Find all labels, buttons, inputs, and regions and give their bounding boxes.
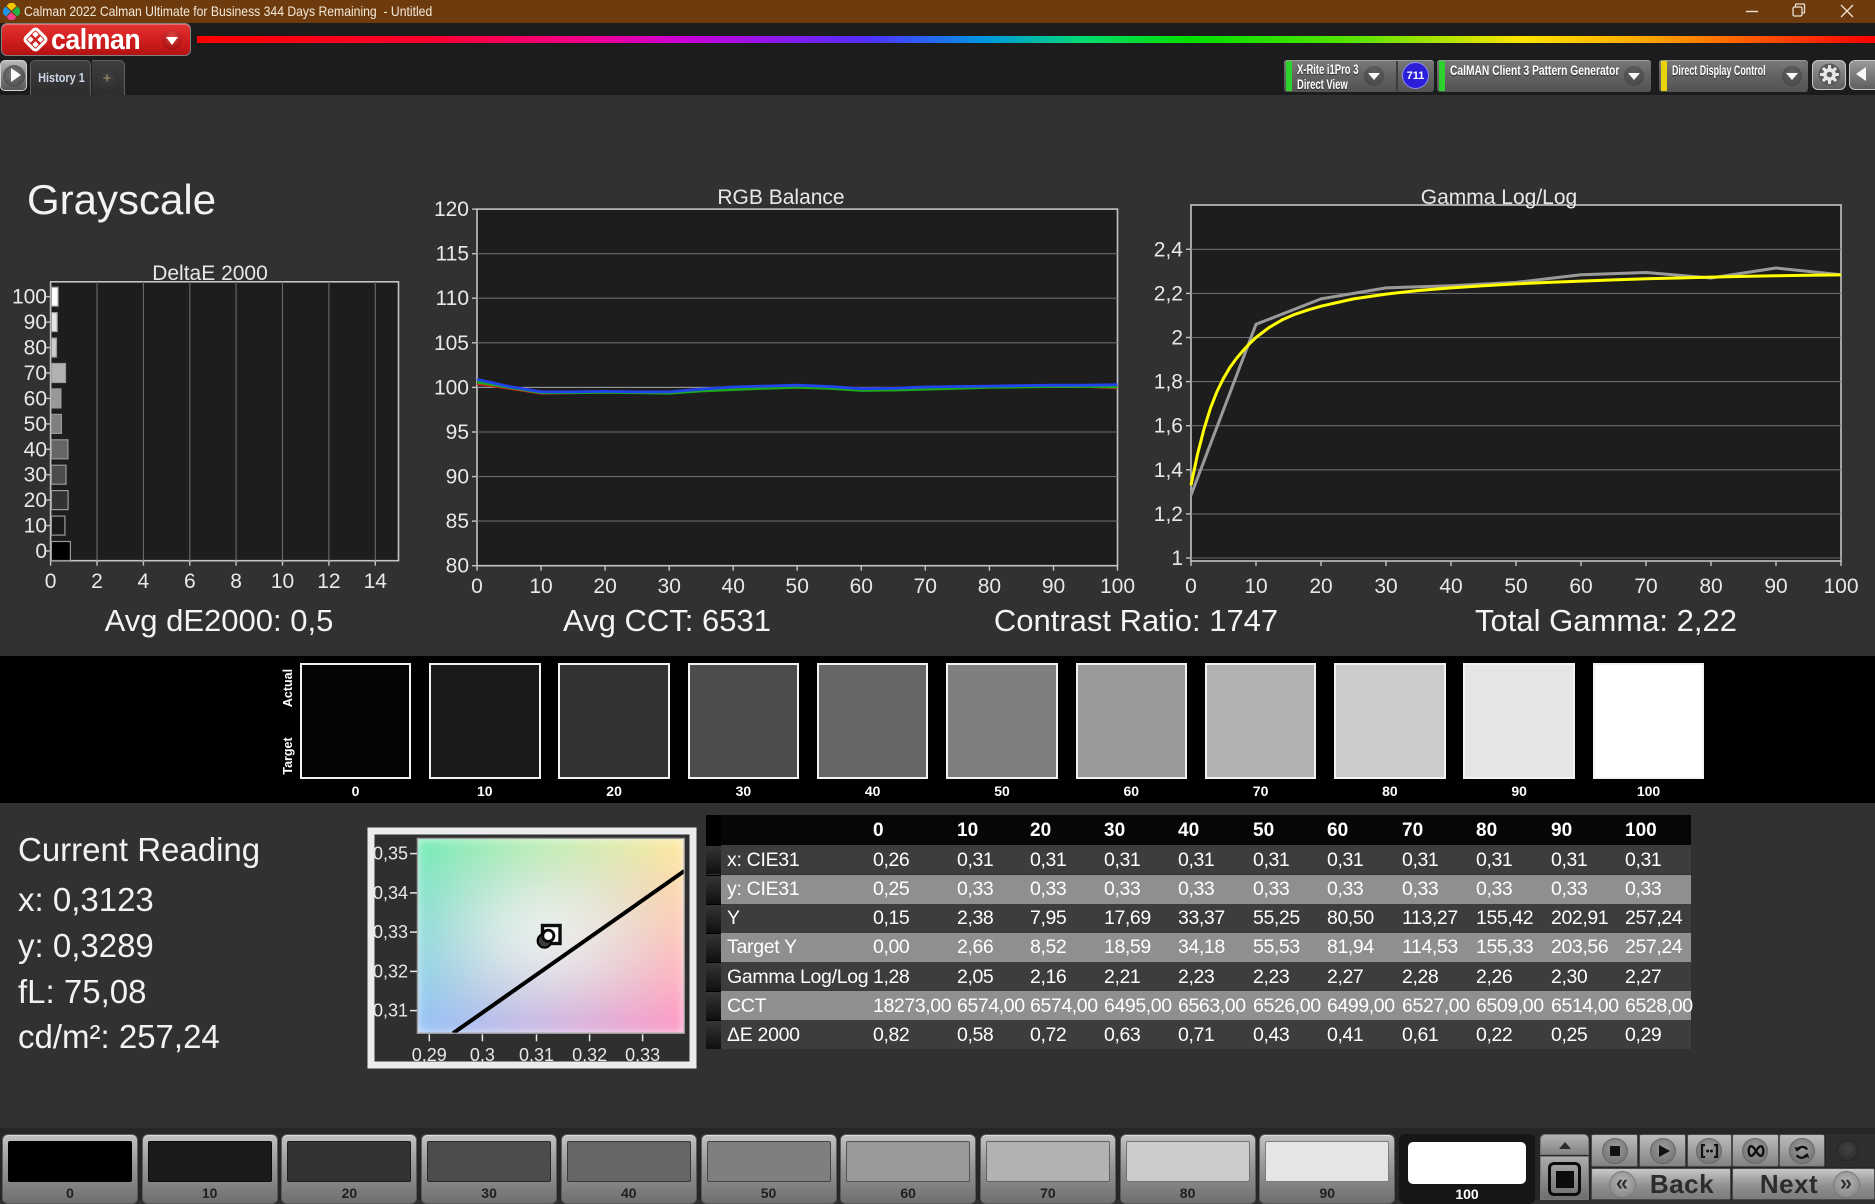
svg-text:Gamma Log/Log: Gamma Log/Log [1421, 186, 1577, 209]
svg-text:0,32: 0,32 [572, 1045, 607, 1065]
svg-text:60: 60 [850, 575, 873, 598]
svg-text:40: 40 [24, 438, 47, 461]
svg-text:0: 0 [471, 575, 483, 598]
svg-text:1,8: 1,8 [1154, 371, 1183, 394]
svg-text:2,4: 2,4 [1154, 238, 1184, 261]
svg-text:60: 60 [1569, 575, 1592, 598]
svg-text:30: 30 [1374, 575, 1397, 598]
svg-text:90: 90 [1764, 575, 1787, 598]
svg-text:DeltaE 2000: DeltaE 2000 [152, 262, 268, 285]
svg-text:70: 70 [1634, 575, 1657, 598]
svg-text:RGB Balance: RGB Balance [717, 186, 844, 209]
svg-text:30: 30 [658, 575, 681, 598]
svg-text:90: 90 [446, 466, 469, 489]
svg-text:1,6: 1,6 [1154, 415, 1183, 438]
svg-text:110: 110 [436, 287, 469, 310]
svg-text:12: 12 [317, 570, 340, 593]
svg-text:0,35: 0,35 [373, 844, 408, 864]
svg-text:0,33: 0,33 [373, 922, 408, 942]
svg-text:80: 80 [978, 575, 1001, 598]
svg-text:6: 6 [184, 570, 196, 593]
svg-text:50: 50 [786, 575, 809, 598]
svg-text:100: 100 [1823, 575, 1858, 598]
svg-text:2: 2 [91, 570, 103, 593]
svg-text:20: 20 [593, 575, 616, 598]
svg-text:0,29: 0,29 [412, 1045, 447, 1065]
svg-text:70: 70 [914, 575, 937, 598]
svg-text:100: 100 [1100, 575, 1135, 598]
svg-text:0,3: 0,3 [470, 1045, 495, 1065]
svg-text:10: 10 [271, 570, 294, 593]
svg-text:0: 0 [35, 540, 47, 563]
svg-text:80: 80 [446, 555, 469, 578]
svg-text:95: 95 [446, 421, 469, 444]
svg-text:1,4: 1,4 [1154, 459, 1184, 482]
svg-text:0,33: 0,33 [625, 1045, 660, 1065]
svg-text:50: 50 [1504, 575, 1527, 598]
svg-text:0,31: 0,31 [373, 1001, 408, 1021]
svg-text:4: 4 [138, 570, 150, 593]
svg-text:20: 20 [1309, 575, 1332, 598]
svg-text:100: 100 [434, 376, 469, 399]
svg-text:10: 10 [1244, 575, 1267, 598]
svg-text:60: 60 [24, 387, 47, 410]
svg-text:105: 105 [434, 332, 469, 355]
svg-text:1: 1 [1171, 547, 1183, 570]
svg-text:2,2: 2,2 [1154, 282, 1183, 305]
svg-text:90: 90 [1042, 575, 1065, 598]
svg-text:0: 0 [45, 570, 57, 593]
svg-text:14: 14 [364, 570, 388, 593]
svg-text:30: 30 [24, 464, 47, 487]
svg-text:40: 40 [722, 575, 745, 598]
svg-text:85: 85 [446, 510, 469, 533]
svg-text:0: 0 [1185, 575, 1197, 598]
svg-text:0,34: 0,34 [373, 883, 408, 903]
svg-text:1,2: 1,2 [1154, 503, 1183, 526]
svg-text:90: 90 [24, 311, 47, 334]
svg-text:50: 50 [24, 413, 47, 436]
svg-text:120: 120 [434, 198, 469, 221]
svg-text:80: 80 [1699, 575, 1722, 598]
svg-text:40: 40 [1439, 575, 1462, 598]
svg-text:8: 8 [230, 570, 242, 593]
svg-text:20: 20 [24, 489, 47, 512]
svg-text:115: 115 [436, 243, 469, 266]
svg-text:10: 10 [24, 515, 47, 538]
svg-text:2: 2 [1171, 327, 1183, 350]
svg-text:70: 70 [24, 362, 47, 385]
svg-text:80: 80 [24, 337, 47, 360]
svg-text:0,31: 0,31 [519, 1045, 554, 1065]
svg-text:10: 10 [529, 575, 552, 598]
svg-text:100: 100 [12, 286, 47, 309]
svg-text:0,32: 0,32 [373, 961, 408, 981]
